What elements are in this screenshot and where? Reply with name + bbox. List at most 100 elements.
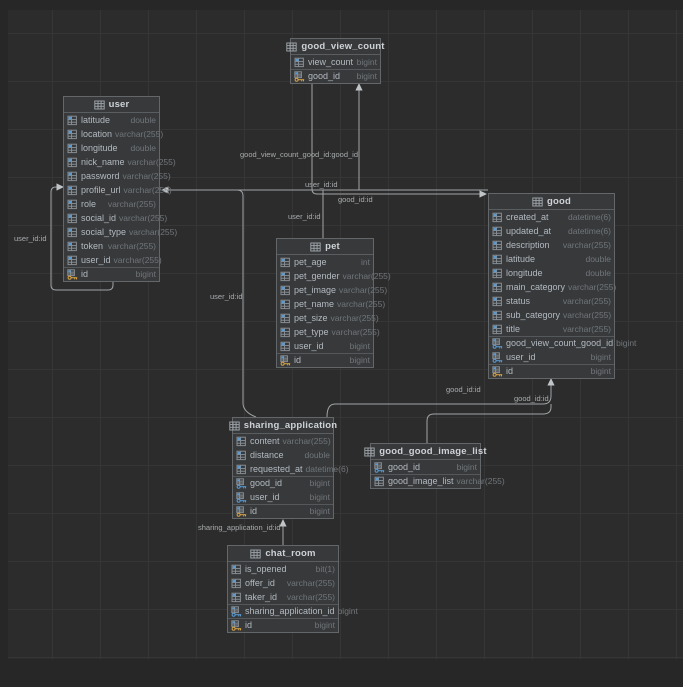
column-row-token[interactable]: token varchar(255) <box>64 239 159 253</box>
column-type: varchar(255) <box>286 592 335 602</box>
column-row-good_id[interactable]: good_id bigint <box>291 69 380 83</box>
column-row-social_type[interactable]: social_type varchar(255) <box>64 225 177 239</box>
column-icon <box>67 241 78 252</box>
column-icon <box>231 564 242 575</box>
column-name: offer_id <box>245 578 275 588</box>
column-type: varchar(255) <box>113 255 162 265</box>
column-row-good_image_list[interactable]: good_image_list varchar(255) <box>371 474 505 488</box>
column-row-view_count[interactable]: view_count bigint <box>291 55 380 69</box>
column-name: password <box>81 171 120 181</box>
column-type: varchar(255) <box>562 240 611 250</box>
column-row-status[interactable]: status varchar(255) <box>489 294 614 308</box>
table-chat_room[interactable]: chat_room is_opened bit(1) offer_id varchar(… <box>227 545 358 633</box>
column-row-main_category[interactable]: main_category varchar(255) <box>489 280 616 294</box>
column-icon <box>492 254 503 265</box>
column-row-role[interactable]: role varchar(255) <box>64 197 159 211</box>
table-header[interactable]: good_good_image_list <box>364 444 487 460</box>
column-row-title[interactable]: title varchar(255) <box>489 322 614 336</box>
column-row-good_id[interactable]: good_id bigint <box>371 460 480 474</box>
column-row-requested_at[interactable]: requested_at datetime(6) <box>233 462 349 476</box>
column-row-good_view_count_good_id[interactable]: good_view_count_good_id bigint <box>489 336 636 350</box>
table-pet[interactable]: pet pet_age int pet_gender varchar(255) pet_i… <box>276 238 391 368</box>
column-row-good_id[interactable]: good_id bigint <box>233 476 333 490</box>
column-row-id[interactable]: id bigint <box>228 618 338 632</box>
column-row-latitude[interactable]: latitude double <box>64 113 159 127</box>
column-name: created_at <box>506 212 549 222</box>
column-type: varchar(255) <box>107 241 156 251</box>
column-row-longitude[interactable]: longitude double <box>64 141 159 155</box>
column-icon <box>67 185 78 196</box>
column-row-user_id[interactable]: user_id bigint <box>233 490 333 504</box>
column-row-nick_name[interactable]: nick_name varchar(255) <box>64 155 176 169</box>
table-good_view_count[interactable]: good_view_count view_count bigint good_id bi… <box>286 38 384 84</box>
column-row-pet_type[interactable]: pet_type varchar(255) <box>277 325 380 339</box>
column-type: varchar(255) <box>342 271 391 281</box>
table-header[interactable]: pet <box>277 239 373 255</box>
column-name: id <box>250 506 258 516</box>
column-row-id[interactable]: id bigint <box>489 364 614 378</box>
column-row-id[interactable]: id bigint <box>277 353 373 367</box>
column-row-distance[interactable]: distance double <box>233 448 333 462</box>
column-row-user_id[interactable]: user_id varchar(255) <box>64 253 162 267</box>
column-row-taker_id[interactable]: taker_id varchar(255) <box>228 590 338 604</box>
column-row-pet_name[interactable]: pet_name varchar(255) <box>277 297 385 311</box>
column-row-sub_category[interactable]: sub_category varchar(255) <box>489 308 614 322</box>
column-icon <box>280 285 291 296</box>
fk-column-icon <box>231 605 242 617</box>
table-header[interactable]: user <box>64 97 159 113</box>
column-row-user_id[interactable]: user_id bigint <box>277 339 373 353</box>
column-name: status <box>506 296 531 306</box>
column-row-password[interactable]: password varchar(255) <box>64 169 171 183</box>
table-header[interactable]: sharing_application <box>229 418 337 434</box>
column-name: profile_url <box>81 185 121 195</box>
column-row-social_id[interactable]: social_id varchar(255) <box>64 211 167 225</box>
column-row-description[interactable]: description varchar(255) <box>489 238 614 252</box>
column-name: taker_id <box>245 592 278 602</box>
table-user[interactable]: user latitude double location varchar(255) lo… <box>63 96 177 282</box>
column-name: pet_type <box>294 327 329 337</box>
column-icon <box>231 592 242 603</box>
column-row-user_id[interactable]: user_id bigint <box>489 350 614 364</box>
column-row-sharing_application_id[interactable]: sharing_application_id bigint <box>228 604 358 618</box>
edge-label: sharing_application_id:id <box>198 523 281 532</box>
column-row-longitude[interactable]: longitude double <box>489 266 614 280</box>
column-row-offer_id[interactable]: offer_id varchar(255) <box>228 576 338 590</box>
column-row-profile_url[interactable]: profile_url varchar(255) <box>64 183 172 197</box>
column-row-latitude[interactable]: latitude double <box>489 252 614 266</box>
column-row-updated_at[interactable]: updated_at datetime(6) <box>489 224 614 238</box>
column-type: varchar(255) <box>119 213 168 223</box>
table-good[interactable]: good created_at datetime(6) updated_at datet… <box>488 193 636 379</box>
table-sharing_application[interactable]: sharing_application content varchar(255) di… <box>229 417 349 519</box>
table-header[interactable]: chat_room <box>228 546 338 562</box>
column-type: bit(1) <box>315 564 335 574</box>
table-name: sharing_application <box>243 420 338 431</box>
column-type: varchar(255) <box>123 185 172 195</box>
column-row-created_at[interactable]: created_at datetime(6) <box>489 210 614 224</box>
column-row-pet_size[interactable]: pet_size varchar(255) <box>277 311 379 325</box>
column-row-id[interactable]: id bigint <box>233 504 333 518</box>
table-icon <box>364 447 375 457</box>
diagram-canvas[interactable]: user latitude double location varchar(255) lo… <box>0 0 683 687</box>
column-icon <box>492 240 503 251</box>
column-row-is_opened[interactable]: is_opened bit(1) <box>228 562 338 576</box>
column-row-pet_image[interactable]: pet_image varchar(255) <box>277 283 387 297</box>
column-row-id[interactable]: id bigint <box>64 267 159 281</box>
fk-column-icon <box>236 491 247 503</box>
table-good_good_image_list[interactable]: good_good_image_list good_id bigint good_im… <box>364 443 505 489</box>
table-header[interactable]: good_view_count <box>286 39 384 55</box>
column-type: varchar(255) <box>107 199 156 209</box>
column-icon <box>67 255 78 266</box>
table-header[interactable]: good <box>489 194 614 210</box>
pk-column-icon <box>294 70 305 82</box>
column-name: good_id <box>250 478 283 488</box>
column-row-pet_age[interactable]: pet_age int <box>277 255 373 269</box>
column-row-location[interactable]: location varchar(255) <box>64 127 163 141</box>
column-name: pet_name <box>294 299 335 309</box>
edge-label: user_id:id <box>305 180 338 189</box>
table-icon <box>286 42 298 52</box>
column-row-content[interactable]: content varchar(255) <box>233 434 333 448</box>
column-name: longitude <box>81 143 118 153</box>
column-icon <box>280 299 291 310</box>
column-name: distance <box>250 450 284 460</box>
column-row-pet_gender[interactable]: pet_gender varchar(255) <box>277 269 391 283</box>
